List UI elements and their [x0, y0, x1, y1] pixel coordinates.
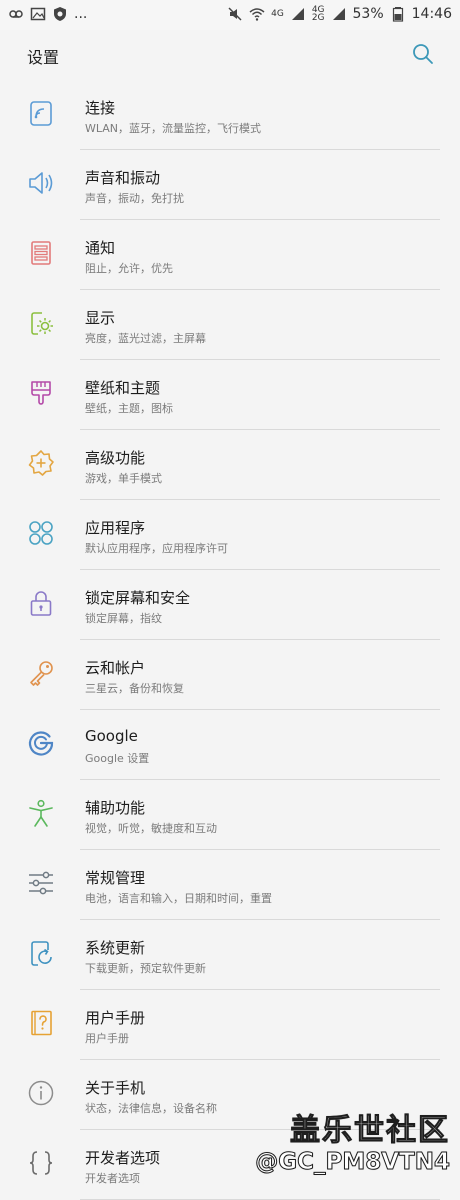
settings-item-label: 高级功能 — [85, 449, 146, 467]
settings-item-summary: 下载更新，预定软件更新 — [85, 962, 206, 975]
settings-item-general-management[interactable]: 常规管理 电池，语言和输入，日期和时间，重置 — [0, 850, 460, 920]
settings-item-label: Google — [85, 727, 138, 745]
mute-icon — [228, 7, 242, 21]
watermark-user: @GC_PM8VTN4 — [255, 1149, 451, 1176]
settings-item-display[interactable]: 显示 亮度，蓝光过滤，主屏幕 — [0, 290, 460, 360]
settings-item-label: 壁纸和主题 — [85, 379, 161, 397]
settings-item-summary: WLAN，蓝牙，流量监控，飞行模式 — [85, 122, 262, 135]
status-bar-right: 4G 4G 2G 53% 14:46 — [227, 6, 452, 23]
network-type-1: 4G — [271, 9, 284, 19]
settings-item-label: 锁定屏幕和安全 — [85, 589, 191, 607]
settings-item-wallpaper-themes[interactable]: 壁纸和主题 壁纸，主题，图标 — [0, 360, 460, 430]
lock-icon — [30, 591, 52, 616]
network-type-1-label: 4G — [271, 9, 284, 19]
user-manual-icon — [31, 1010, 52, 1036]
header: 设置 — [0, 30, 460, 80]
voicemail-icon — [9, 10, 23, 18]
developer-options-icon — [29, 1151, 53, 1175]
settings-item-label: 云和帐户 — [85, 659, 146, 677]
settings-item-system-update[interactable]: 系统更新 下载更新，预定软件更新 — [0, 920, 460, 990]
settings-item-connections[interactable]: 连接 WLAN，蓝牙，流量监控，飞行模式 — [0, 80, 460, 150]
brush-icon — [31, 381, 51, 405]
settings-item-summary: 开发者选项 — [85, 1172, 140, 1185]
gallery-icon — [30, 7, 46, 21]
status-bar-left: ... — [8, 6, 87, 22]
status-bar: ... 4G 4G 2G 53% 14:46 — [0, 0, 460, 30]
settings-item-label: 系统更新 — [85, 939, 146, 957]
settings-item-google[interactable]: Google Google 设置 — [0, 710, 460, 780]
settings-item-summary: 游戏，单手模式 — [85, 472, 162, 485]
settings-item-label: 应用程序 — [85, 519, 146, 537]
settings-item-summary: 三星云，备份和恢复 — [85, 682, 184, 695]
sliders-icon — [29, 871, 53, 895]
settings-list: 连接 WLAN，蓝牙，流量监控，飞行模式 声音和振动 声音，振动，免打扰 通知 … — [0, 80, 460, 1200]
signal-icon-2 — [332, 8, 345, 20]
network-type-2: 4G 2G — [311, 6, 325, 23]
battery-percent: 53% — [352, 6, 384, 22]
settings-item-label: 关于手机 — [85, 1079, 146, 1097]
settings-item-summary: 视觉，听觉，敏捷度和互动 — [85, 822, 217, 835]
system-update-icon — [31, 941, 52, 966]
settings-item-label: 显示 — [85, 309, 116, 327]
battery-icon — [392, 7, 403, 22]
settings-item-summary: 状态，法律信息，设备名称 — [85, 1102, 217, 1115]
settings-item-accessibility[interactable]: 辅助功能 视觉，听觉，敏捷度和互动 — [0, 780, 460, 850]
settings-item-label: 常规管理 — [85, 869, 146, 887]
settings-item-label: 辅助功能 — [85, 799, 146, 817]
settings-item-summary: 电池，语言和输入，日期和时间，重置 — [85, 892, 272, 905]
settings-item-notifications[interactable]: 通知 阻止，允许，优先 — [0, 220, 460, 290]
clock: 14:46 — [411, 6, 452, 22]
signal-icon — [291, 8, 304, 20]
settings-item-label: 声音和振动 — [85, 169, 161, 187]
connection-icon — [30, 101, 52, 126]
settings-item-summary: Google 设置 — [85, 752, 150, 765]
settings-item-summary: 壁纸，主题，图标 — [85, 402, 173, 415]
settings-item-summary: 用户手册 — [85, 1032, 129, 1045]
settings-item-cloud-accounts[interactable]: 云和帐户 三星云，备份和恢复 — [0, 640, 460, 710]
shield-icon — [54, 7, 66, 21]
settings-item-summary: 锁定屏幕，指纹 — [85, 612, 162, 625]
settings-item-user-manual[interactable]: 用户手册 用户手册 — [0, 990, 460, 1060]
settings-item-advanced-features[interactable]: 高级功能 游戏，单手模式 — [0, 430, 460, 500]
settings-item-summary: 阻止，允许，优先 — [85, 262, 173, 275]
search-icon[interactable] — [411, 42, 435, 66]
network-type-2-bottom: 2G — [311, 13, 325, 23]
settings-item-label: 连接 — [85, 99, 116, 117]
apps-icon — [29, 521, 53, 545]
settings-item-summary: 亮度，蓝光过滤，主屏幕 — [85, 332, 206, 345]
settings-item-label: 开发者选项 — [85, 1149, 161, 1167]
settings-item-lock-screen-security[interactable]: 锁定屏幕和安全 锁定屏幕，指纹 — [0, 570, 460, 640]
volume-icon — [29, 172, 53, 194]
notification-icon — [31, 241, 51, 265]
settings-item-label: 通知 — [85, 239, 116, 257]
settings-item-label: 用户手册 — [85, 1009, 146, 1027]
key-icon — [30, 661, 53, 686]
settings-item-sound[interactable]: 声音和振动 声音，振动，免打扰 — [0, 150, 460, 220]
accessibility-icon — [29, 799, 53, 827]
display-icon — [31, 312, 53, 335]
settings-item-apps[interactable]: 应用程序 默认应用程序，应用程序许可 — [0, 500, 460, 570]
more-notifications-text: ... — [74, 6, 88, 22]
info-icon — [28, 1080, 54, 1106]
google-icon — [28, 731, 54, 756]
settings-item-summary: 默认应用程序，应用程序许可 — [85, 542, 228, 555]
settings-item-summary: 声音，振动，免打扰 — [85, 192, 184, 205]
watermark-site: 盖乐世社区 — [290, 1113, 450, 1149]
wifi-icon — [249, 8, 265, 21]
page-title: 设置 — [27, 48, 60, 67]
advanced-features-icon — [28, 450, 54, 476]
